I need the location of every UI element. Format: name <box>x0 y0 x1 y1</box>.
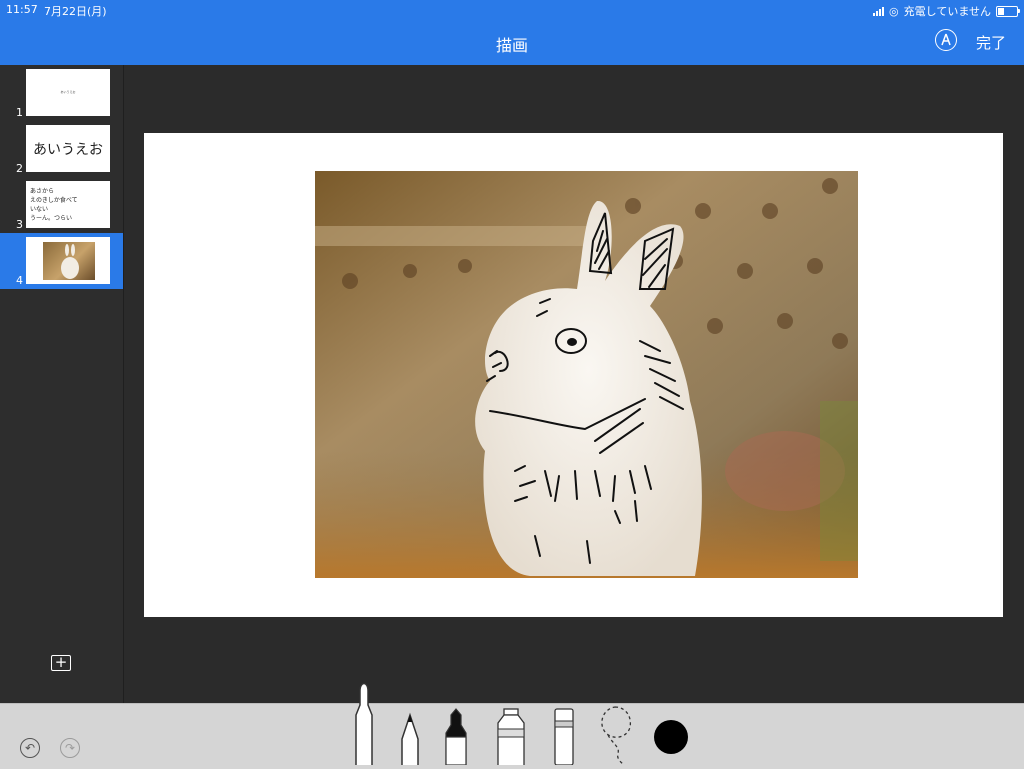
pencil-tip-circle-icon[interactable] <box>935 29 957 51</box>
slide-thumbnail: あいうえお <box>26 69 110 116</box>
crayon-tool-icon[interactable] <box>443 707 469 769</box>
rabbit-thumbnail-image <box>43 242 95 280</box>
slide-thumbnail: あいうえお <box>26 125 110 172</box>
top-bar: 11:57 7月22日(月) ◎ 充電していません 描画 完了 <box>0 0 1024 65</box>
charging-status: 充電していません <box>903 5 991 18</box>
slide-number: 1 <box>16 106 23 119</box>
thumb-text: あいうえお <box>33 142 103 158</box>
drawing-toolbar: ↶ ↷ <box>0 682 1024 769</box>
do-not-disturb-icon: ◎ <box>889 4 899 18</box>
undo-icon[interactable]: ↶ <box>20 738 40 758</box>
slide-item-2[interactable]: あいうえお 2 <box>0 121 123 177</box>
thumb-text: あさから えのきしか食べて いない うーん。つらい <box>30 187 78 223</box>
status-date: 7月22日(月) <box>44 5 107 18</box>
marker-tool-icon[interactable] <box>350 681 378 769</box>
battery-icon <box>996 5 1020 17</box>
slide-number: 4 <box>16 274 23 287</box>
thumb-line: いない <box>30 206 49 213</box>
page-title: 描画 <box>495 36 528 55</box>
status-time: 11:57 <box>6 3 38 16</box>
slide-number: 2 <box>16 162 23 175</box>
status-indicators: ◎ 充電していません <box>873 3 1020 19</box>
add-slide-button[interactable]: + <box>51 655 71 671</box>
thumb-line: うーん。つらい <box>30 215 73 222</box>
canvas-area[interactable] <box>124 65 1024 703</box>
lasso-tool-icon[interactable] <box>596 703 634 769</box>
done-button[interactable]: 完了 <box>976 32 1006 53</box>
slide-thumbnail <box>26 237 110 284</box>
redo-icon[interactable]: ↷ <box>60 738 80 758</box>
eraser-tool-icon[interactable] <box>553 707 575 769</box>
slide-item-4[interactable]: 4 <box>0 233 123 289</box>
thumb-text: あいうえお <box>60 90 76 94</box>
thumb-line: あさから <box>30 188 55 195</box>
slide-item-1[interactable]: あいうえお 1 <box>0 65 123 121</box>
slide-number: 3 <box>16 218 23 231</box>
slide-navigator: あいうえお 1 あいうえお 2 あさから えのきしか食べて いない うーん。つら… <box>0 65 124 703</box>
rabbit-photo[interactable] <box>315 171 858 578</box>
slide-thumbnail: あさから えのきしか食べて いない うーん。つらい <box>26 181 110 228</box>
pencil-tool-icon[interactable] <box>398 709 422 769</box>
signal-icon <box>873 6 885 16</box>
slide-item-3[interactable]: あさから えのきしか食べて いない うーん。つらい 3 <box>0 177 123 233</box>
color-picker-swatch[interactable] <box>654 720 688 754</box>
current-slide[interactable] <box>144 133 1003 617</box>
thumb-line: えのきしか食べて <box>30 197 78 204</box>
paint-tube-tool-icon[interactable] <box>494 707 528 769</box>
